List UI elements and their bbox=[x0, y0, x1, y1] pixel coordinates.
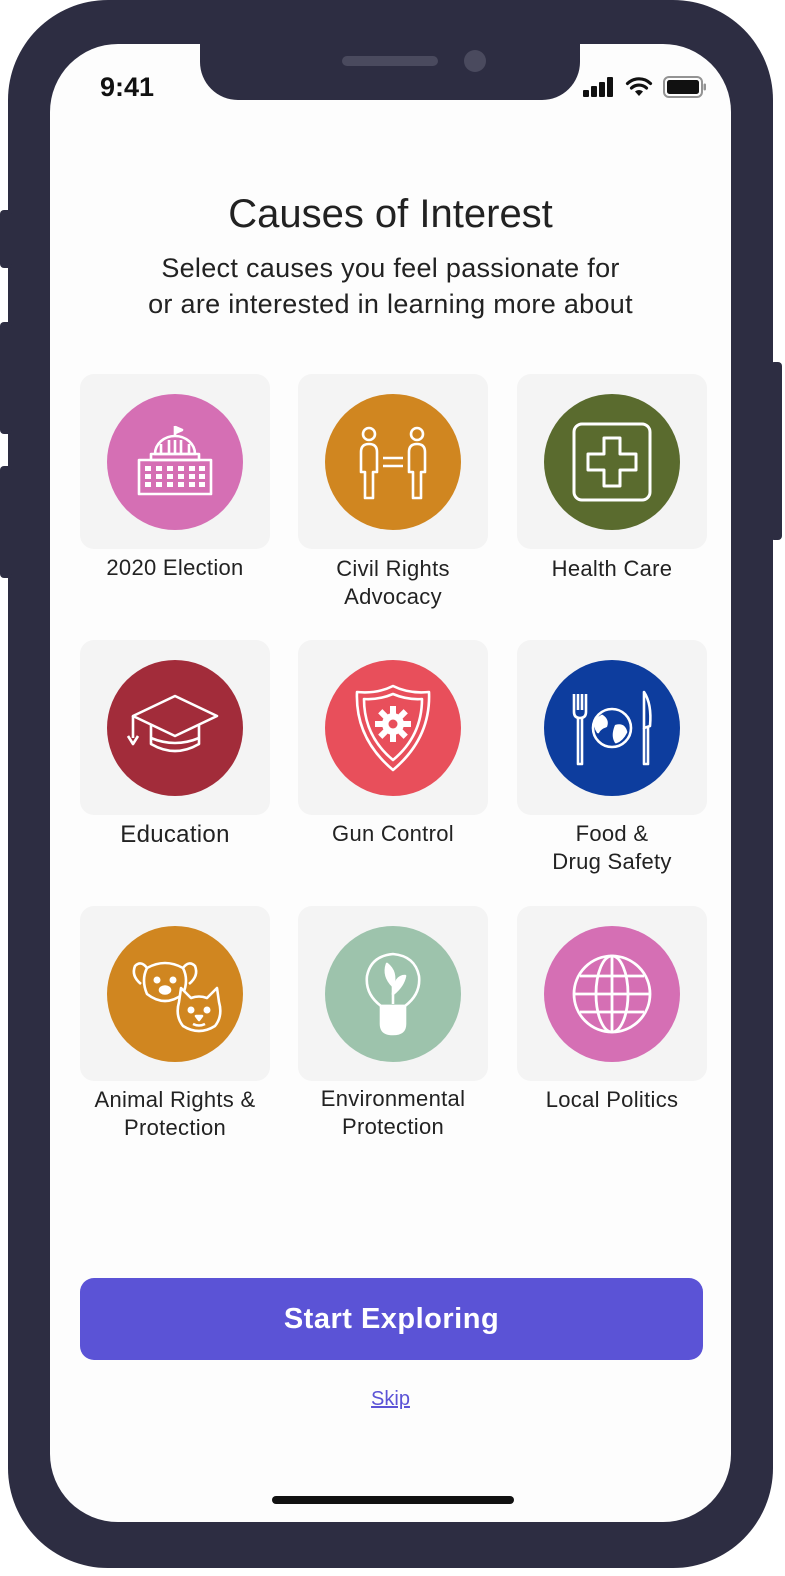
cause-tile-education[interactable] bbox=[80, 640, 270, 815]
label-line-1: Education bbox=[120, 821, 230, 848]
cause-tile-gun-control[interactable] bbox=[298, 640, 488, 815]
food-globe-icon bbox=[572, 690, 652, 765]
cause-label-environmental-protection: Environmental Protection bbox=[283, 1085, 503, 1141]
cause-icon-circle bbox=[325, 925, 461, 1062]
cause-label-animal-rights: Animal Rights & Protection bbox=[65, 1086, 285, 1142]
label-line-1: Food & bbox=[575, 821, 649, 846]
graduation-cap-icon bbox=[126, 694, 219, 752]
screen: 9:41 Causes of Interest Select causes yo… bbox=[50, 44, 731, 1522]
notch bbox=[200, 44, 580, 100]
cause-tile-environmental-protection[interactable] bbox=[298, 906, 488, 1081]
cause-icon-circle bbox=[544, 925, 680, 1062]
cause-icon-circle bbox=[544, 393, 680, 530]
label-line-1: Local Politics bbox=[545, 1087, 679, 1112]
cause-label-2020-election: 2020 Election bbox=[65, 554, 285, 582]
cause-label-civil-rights: Civil Rights Advocacy bbox=[283, 555, 503, 611]
globe-icon bbox=[572, 954, 652, 1033]
subtitle-line-2: or are interested in learning more about bbox=[148, 289, 633, 319]
label-line-1: Environmental bbox=[320, 1086, 466, 1111]
label-line-2: Protection bbox=[341, 1114, 445, 1139]
label-line-2: Drug Safety bbox=[552, 849, 672, 874]
power-button bbox=[770, 362, 782, 540]
cause-icon-circle bbox=[107, 925, 243, 1062]
dog-cat-icon bbox=[132, 961, 222, 1032]
front-camera bbox=[464, 50, 486, 72]
cause-tile-civil-rights[interactable] bbox=[298, 374, 488, 549]
cause-tile-health-care[interactable] bbox=[517, 374, 707, 549]
eco-bulb-icon bbox=[365, 952, 421, 1035]
volume-up-button bbox=[0, 322, 12, 434]
cause-tile-local-politics[interactable] bbox=[517, 906, 707, 1081]
home-indicator[interactable] bbox=[272, 1496, 514, 1504]
volume-down-button bbox=[0, 466, 12, 578]
label-line-1: Gun Control bbox=[332, 821, 454, 846]
label-line-1: Animal Rights & bbox=[94, 1087, 256, 1112]
cause-tile-2020-election[interactable] bbox=[80, 374, 270, 549]
cause-label-local-politics: Local Politics bbox=[502, 1086, 722, 1114]
label-line-2: Advocacy bbox=[344, 584, 442, 609]
cause-icon-circle bbox=[325, 659, 461, 796]
shield-icon bbox=[355, 684, 431, 771]
label-line-1: Health Care bbox=[551, 556, 673, 581]
cause-icon-circle bbox=[107, 393, 243, 530]
cause-tile-food-drug-safety[interactable] bbox=[517, 640, 707, 815]
label-line-1: 2020 Election bbox=[106, 555, 244, 580]
start-exploring-button[interactable]: Start Exploring bbox=[80, 1278, 703, 1360]
signal-icon bbox=[583, 77, 613, 97]
wifi-icon bbox=[625, 77, 653, 96]
cause-icon-circle bbox=[325, 393, 461, 530]
mute-switch bbox=[0, 210, 12, 268]
medical-cross-icon bbox=[572, 422, 652, 501]
cause-icon-circle bbox=[107, 659, 243, 796]
subtitle-line-1: Select causes you feel passionate for bbox=[161, 253, 620, 283]
cause-label-health-care: Health Care bbox=[502, 555, 722, 583]
cause-label-education: Education bbox=[65, 821, 285, 849]
status-time: 9:41 bbox=[100, 72, 155, 102]
battery-icon bbox=[663, 76, 706, 98]
page-title: Causes of Interest bbox=[228, 192, 553, 236]
skip-link[interactable]: Skip bbox=[50, 1388, 731, 1411]
label-line-1: Civil Rights bbox=[336, 556, 450, 581]
label-line-2: Protection bbox=[123, 1115, 227, 1140]
equality-icon bbox=[359, 426, 427, 499]
cause-icon-circle bbox=[544, 659, 680, 796]
cause-label-gun-control: Gun Control bbox=[283, 820, 503, 848]
status-icons bbox=[583, 76, 707, 98]
speaker bbox=[342, 56, 438, 66]
capitol-icon bbox=[137, 425, 213, 495]
page-subtitle: Select causes you feel passionate for or… bbox=[50, 250, 731, 322]
cause-label-food-drug-safety: Food & Drug Safety bbox=[502, 820, 722, 876]
cause-tile-animal-rights[interactable] bbox=[80, 906, 270, 1081]
